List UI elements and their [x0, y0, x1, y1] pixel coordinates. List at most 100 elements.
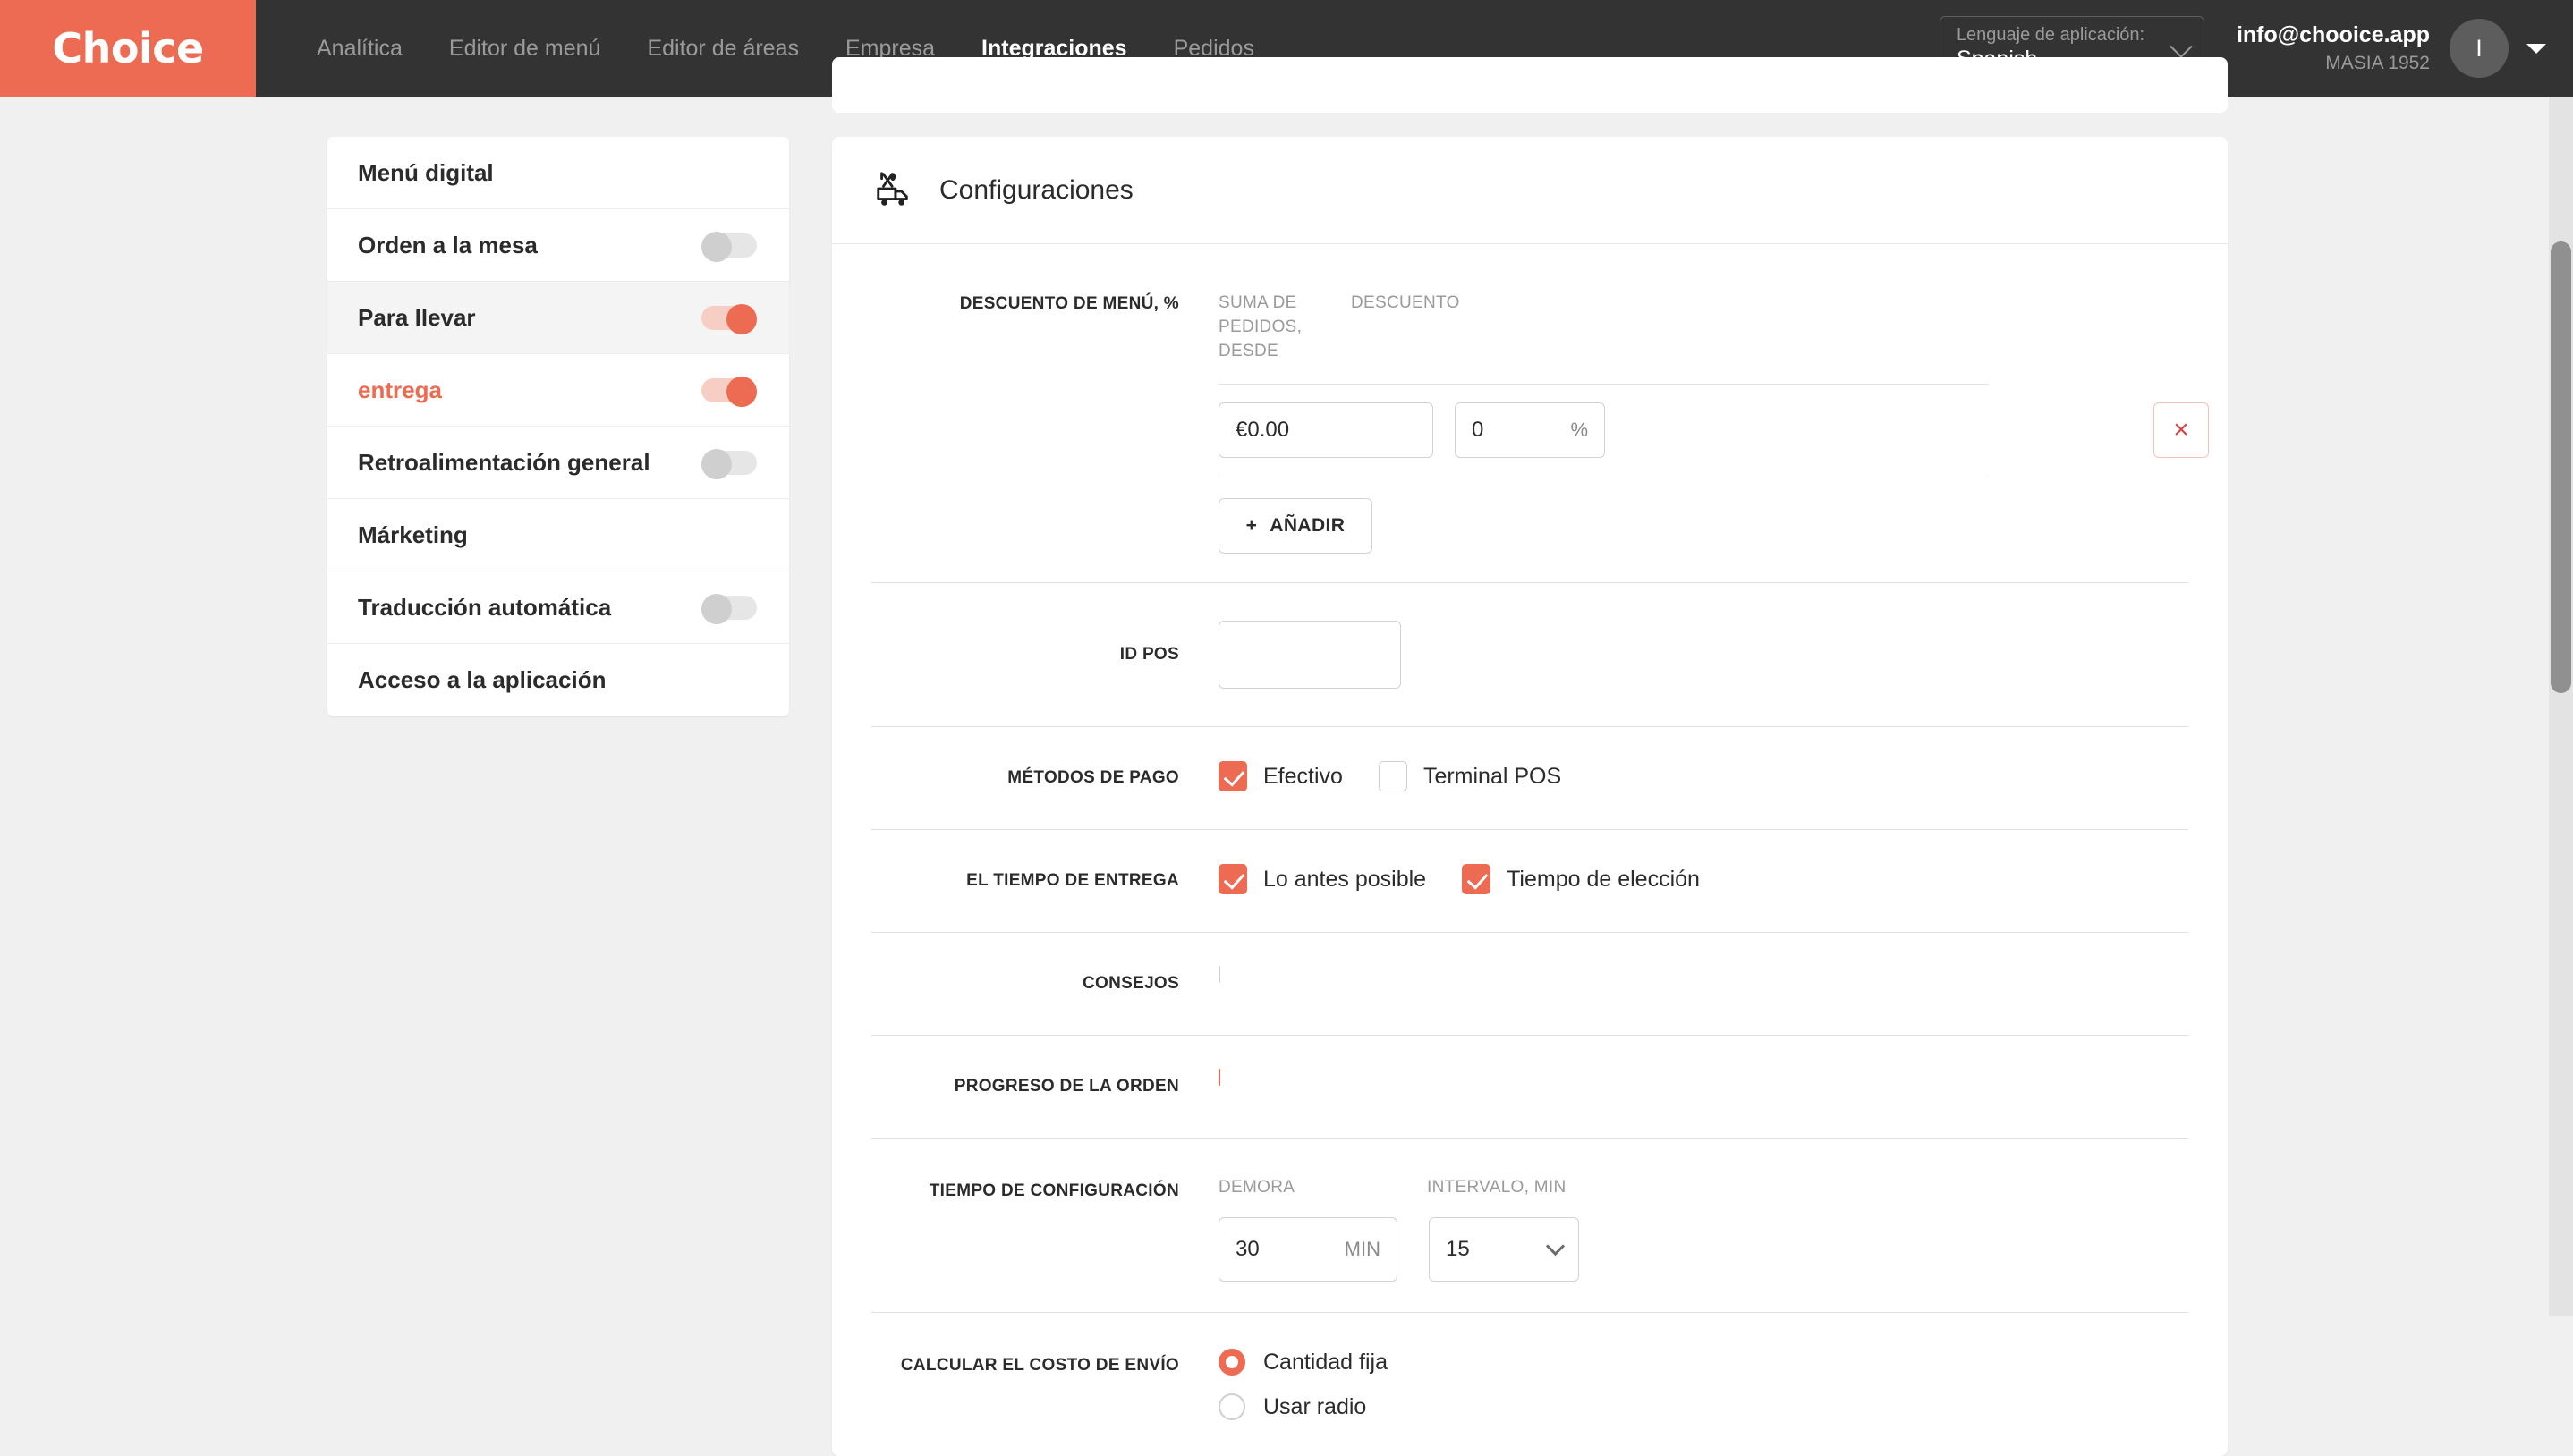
- discount-col-sum-label: Suma de pedidos, desde: [1219, 293, 1303, 360]
- language-selector-label: Lenguaje de aplicación:: [1956, 25, 2145, 45]
- discount-tier-row: €0.00 0 % ×: [1219, 402, 2209, 458]
- payment-option-terminal-pos[interactable]: Terminal POS: [1378, 761, 1562, 791]
- discount-percent-input[interactable]: 0 %: [1455, 402, 1605, 458]
- radio-cantidad-fija[interactable]: [1219, 1349, 1245, 1376]
- nav-item-editor-de-menu[interactable]: Editor de menú: [426, 36, 624, 62]
- row-id-pos: ID POS: [871, 583, 2188, 727]
- settings-rows: Descuento de menú, % Suma de pedidos, de…: [832, 244, 2228, 1456]
- shipping-cost-options: Cantidad fija Usar radio: [1219, 1349, 2188, 1420]
- id-pos-input[interactable]: [1219, 621, 1401, 689]
- checkbox-progreso-de-la-orden[interactable]: [1219, 1069, 1220, 1086]
- checkbox-tiempo-de-eleccion[interactable]: [1462, 864, 1491, 894]
- time-config-col-interval-label: Intervalo, min: [1427, 1178, 1567, 1197]
- toggle-traduccion-automatica[interactable]: [701, 594, 757, 624]
- row-calcular-el-costo-de-envio: Calcular el costo de envío Cantidad fija…: [871, 1313, 2188, 1456]
- sidebar-item-label: Traducción automática: [358, 593, 612, 621]
- payment-option-efectivo[interactable]: Efectivo: [1219, 761, 1343, 791]
- sidebar-item-orden-a-la-mesa[interactable]: Orden a la mesa: [327, 209, 789, 282]
- radio-usar-radio[interactable]: [1219, 1393, 1245, 1420]
- sidebar-item-acceso-a-la-aplicacion[interactable]: Acceso a la aplicación: [327, 644, 789, 716]
- sidebar-item-menu-digital[interactable]: Menú digital: [327, 137, 789, 209]
- shipping-option-usar-radio[interactable]: Usar radio: [1219, 1393, 2188, 1420]
- delay-value: 30: [1236, 1237, 1260, 1261]
- discount-percent-value: 0: [1472, 418, 1484, 442]
- toggle-knob: [726, 377, 757, 407]
- row-metodos-de-pago: Métodos de pago Efectivo Terminal POS: [871, 727, 2188, 830]
- discount-body: Suma de pedidos, desde Descuento €0.00 0…: [1179, 291, 2209, 554]
- nav-item-editor-de-areas[interactable]: Editor de áreas: [624, 36, 822, 62]
- toggle-knob: [701, 449, 732, 479]
- row-label-tiempo-de-configuracion: Tiempo de configuración: [929, 1181, 1179, 1200]
- discount-column-headers: Suma de pedidos, desde Descuento: [1219, 291, 2188, 363]
- sidebar-item-entrega[interactable]: entrega: [327, 354, 789, 427]
- sidebar-item-traduccion-automatica[interactable]: Traducción automática: [327, 571, 789, 644]
- row-label-progreso-de-la-orden: Progreso de la orden: [954, 1077, 1179, 1096]
- id-pos-body: [1179, 621, 2188, 689]
- interval-value: 15: [1446, 1237, 1470, 1261]
- checkbox-efectivo[interactable]: [1219, 761, 1247, 791]
- chevron-down-icon: [1545, 1236, 1566, 1256]
- app-logo[interactable]: Choice: [0, 0, 256, 97]
- sidebar-item-label: Orden a la mesa: [358, 231, 538, 258]
- delay-suffix: MIN: [1344, 1238, 1380, 1260]
- delivery-time-options: Lo antes posible Tiempo de elección: [1219, 864, 2188, 894]
- row-label-consejos: Consejos: [1083, 974, 1179, 993]
- checkbox-consejos[interactable]: [1219, 966, 1220, 983]
- discount-col-discount-label: Descuento: [1351, 293, 1460, 312]
- shipping-option-label: Cantidad fija: [1263, 1349, 1388, 1375]
- delivery-time-option-lo-antes-posible[interactable]: Lo antes posible: [1219, 864, 1426, 894]
- row-label-el-tiempo-de-entrega: El tiempo de entrega: [966, 871, 1179, 890]
- page-content: Menú digital Orden a la mesa Para llevar…: [0, 57, 2573, 1456]
- row-consejos: Consejos: [871, 933, 2188, 1036]
- sidebar-item-label: Márketing: [358, 521, 468, 548]
- close-icon: ×: [2173, 415, 2189, 444]
- divider: [1219, 384, 1988, 385]
- time-config-col-delay-label: Demora: [1219, 1178, 1295, 1197]
- delivery-time-option-tiempo-de-eleccion[interactable]: Tiempo de elección: [1462, 864, 1700, 894]
- row-label-id-pos: ID POS: [1119, 645, 1179, 664]
- integrations-sidebar: Menú digital Orden a la mesa Para llevar…: [327, 137, 789, 716]
- avatar[interactable]: I: [2450, 19, 2509, 78]
- time-config-body: Demora Intervalo, min 30 MIN 15: [1179, 1178, 2188, 1282]
- sidebar-item-marketing[interactable]: Márketing: [327, 499, 789, 571]
- percent-suffix: %: [1570, 419, 1588, 441]
- settings-card: Configuraciones Descuento de menú, % Sum…: [832, 137, 2228, 1456]
- toggle-knob: [701, 232, 732, 262]
- delivery-truck-icon: [873, 170, 914, 211]
- sidebar-item-label: Para llevar: [358, 303, 476, 331]
- row-label-metodos-de-pago: Métodos de pago: [1007, 768, 1179, 787]
- sidebar-item-para-llevar[interactable]: Para llevar: [327, 282, 789, 354]
- row-descuento-de-menu: Descuento de menú, % Suma de pedidos, de…: [871, 244, 2209, 583]
- sidebar-item-retroalimentacion-general[interactable]: Retroalimentación general: [327, 427, 789, 499]
- checkbox-lo-antes-posible[interactable]: [1219, 864, 1247, 894]
- time-config-column-headers: Demora Intervalo, min: [1219, 1178, 2188, 1198]
- sidebar-item-label: entrega: [358, 376, 442, 403]
- toggle-orden-a-la-mesa[interactable]: [701, 232, 757, 262]
- payment-body: Efectivo Terminal POS: [1179, 761, 2188, 795]
- add-discount-button[interactable]: + AÑADIR: [1219, 498, 1372, 554]
- nav-item-analitica[interactable]: Analítica: [293, 36, 426, 62]
- delete-discount-row-button[interactable]: ×: [2153, 402, 2209, 458]
- delivery-time-body: Lo antes posible Tiempo de elección: [1179, 864, 2188, 898]
- delivery-time-option-label: Lo antes posible: [1263, 866, 1427, 892]
- toggle-retroalimentacion-general[interactable]: [701, 449, 757, 479]
- toggle-knob: [726, 304, 757, 334]
- payment-options: Efectivo Terminal POS: [1219, 761, 2188, 791]
- page-scrollbar-thumb[interactable]: [2551, 241, 2571, 693]
- toggle-para-llevar[interactable]: [701, 304, 757, 334]
- discount-sum-input[interactable]: €0.00: [1219, 402, 1433, 458]
- time-config-fields: 30 MIN 15: [1219, 1217, 2188, 1282]
- checkbox-terminal-pos[interactable]: [1378, 761, 1407, 791]
- sidebar-item-label: Acceso a la aplicación: [358, 666, 607, 693]
- caret-down-icon[interactable]: [2526, 43, 2546, 54]
- add-discount-label: AÑADIR: [1270, 515, 1346, 536]
- payment-option-label: Terminal POS: [1422, 763, 1562, 789]
- interval-select[interactable]: 15: [1429, 1217, 1579, 1282]
- row-tiempo-de-configuracion: Tiempo de configuración Demora Intervalo…: [871, 1139, 2188, 1313]
- sidebar-item-label: Retroalimentación general: [358, 448, 650, 476]
- toggle-entrega[interactable]: [701, 377, 757, 407]
- shipping-option-cantidad-fija[interactable]: Cantidad fija: [1219, 1349, 2188, 1376]
- shipping-cost-body: Cantidad fija Usar radio: [1179, 1349, 2188, 1420]
- page-title: Configuraciones: [939, 174, 1134, 205]
- delay-input[interactable]: 30 MIN: [1219, 1217, 1397, 1282]
